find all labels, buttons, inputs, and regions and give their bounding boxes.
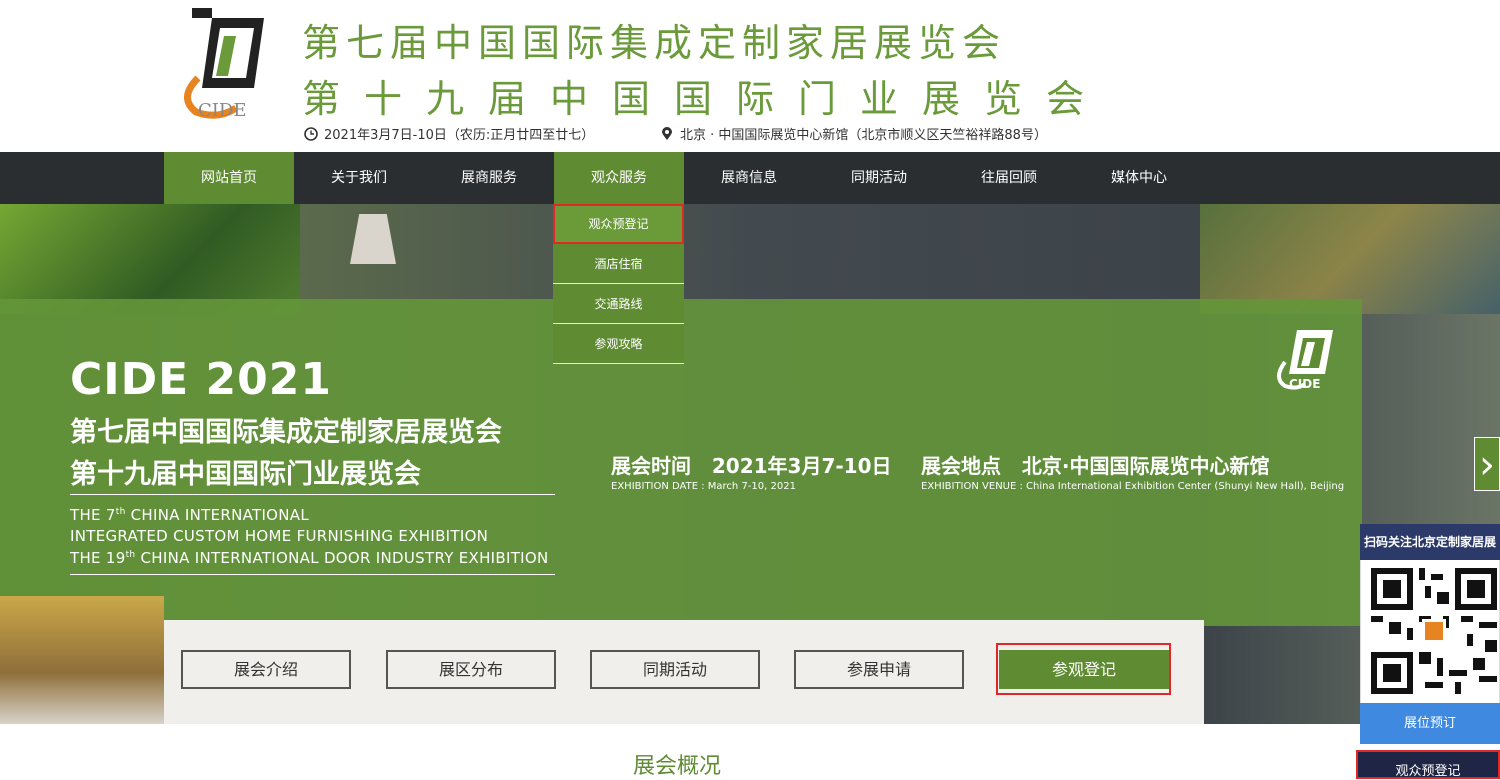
banner-en-line-2: INTEGRATED CUSTOM HOME FURNISHING EXHIBI…	[70, 527, 489, 545]
qr-code-panel	[1360, 560, 1500, 703]
banner-en-line-1: THE 7th CHINA INTERNATIONAL	[70, 506, 310, 524]
svg-text:CIDE: CIDE	[1289, 377, 1320, 390]
dropdown-item-visit-guide[interactable]: 参观攻略	[553, 324, 684, 364]
nav-item-exhibitor-info[interactable]: 展商信息	[684, 152, 814, 204]
hero-banner: CIDE 2021 第七届中国国际集成定制家居展览会 第十九届中国国际门业展览会…	[0, 204, 1500, 724]
section-title: 展会概况	[633, 754, 722, 779]
main-nav: 网站首页 关于我们 展商服务 观众服务 展商信息 同期活动 往届回顾 媒体中心	[0, 152, 1500, 204]
nav-item-review[interactable]: 往届回顾	[944, 152, 1074, 204]
visitor-pre-register-button[interactable]: 观众预登记	[1356, 750, 1500, 779]
exhibition-date: 2021年3月7日-10日（农历:正月廿四至廿七）	[304, 124, 594, 143]
dropdown-item-transport[interactable]: 交通路线	[553, 284, 684, 324]
dropdown-item-pre-register[interactable]: 观众预登记	[553, 204, 684, 244]
banner-painting-image	[1200, 204, 1500, 314]
highlight-box	[996, 643, 1171, 695]
nav-item-events[interactable]: 同期活动	[814, 152, 944, 204]
banner-en-line-3: THE 19th CHINA INTERNATIONAL DOOR INDUST…	[70, 549, 549, 567]
exhibition-location: 北京 · 中国国际展览中心新馆（北京市顺义区天竺裕祥路88号）	[660, 124, 1047, 143]
next-slide-button[interactable]: ›	[1474, 437, 1500, 491]
visitor-services-dropdown: 观众预登记 酒店住宿 交通路线 参观攻略	[553, 204, 684, 364]
title-line-1: 第七届中国国际集成定制家居展览会	[302, 21, 1007, 65]
time-value: 2021年3月7-10日	[711, 454, 892, 478]
venue-sub: EXHIBITION VENUE : China International E…	[921, 481, 1345, 492]
button-exhibition-intro[interactable]: 展会介绍	[181, 650, 351, 689]
button-exhibit-apply[interactable]: 参展申请	[794, 650, 964, 689]
nav-item-about[interactable]: 关于我们	[294, 152, 424, 204]
svg-text:CIDE: CIDE	[198, 100, 246, 120]
cide-logo[interactable]: CIDE	[178, 8, 270, 120]
banner-divider-bottom	[70, 574, 555, 575]
nav-item-home[interactable]: 网站首页	[164, 152, 294, 204]
side-widget: 扫码关注北京定制家居展 展位预订	[1360, 524, 1500, 744]
booth-booking-button[interactable]: 展位预订	[1360, 703, 1500, 744]
lamp-image	[350, 214, 396, 264]
nav-item-visitor-services[interactable]: 观众服务	[554, 152, 684, 204]
date-text: 2021年3月7日-10日（农历:正月廿四至廿七）	[324, 128, 595, 143]
qr-code-image	[1371, 568, 1497, 694]
location-text: 北京 · 中国国际展览中心新馆（北京市顺义区天竺裕祥路88号）	[680, 128, 1047, 143]
clock-icon	[304, 126, 318, 141]
time-sub: EXHIBITION DATE : March 7-10, 2021	[611, 481, 796, 492]
venue-value: 北京·中国国际展览中心新馆	[1021, 454, 1270, 478]
button-concurrent-events[interactable]: 同期活动	[590, 650, 760, 689]
title-line-2: 第十九届中国国际门业展览会	[302, 77, 1109, 121]
site-header: CIDE 第七届中国国际集成定制家居展览会 第十九届中国国际门业展览会 2021…	[0, 0, 1500, 152]
nav-item-exhibitor-services[interactable]: 展商服务	[424, 152, 554, 204]
banner-cn-line-1: 第七届中国国际集成定制家居展览会	[70, 417, 502, 448]
nav-item-media[interactable]: 媒体中心	[1074, 152, 1204, 204]
banner-cn-line-2: 第十九届中国国际门业展览会	[70, 459, 421, 490]
dropdown-item-hotel[interactable]: 酒店住宿	[553, 244, 684, 284]
banner-headline: CIDE 2021	[70, 354, 333, 405]
venue-label: 展会地点	[921, 454, 1001, 478]
banner-venue-block: 展会地点 北京·中国国际展览中心新馆 EXHIBITION VENUE : Ch…	[921, 450, 1344, 492]
time-label: 展会时间	[611, 454, 691, 478]
banner-divider-top	[70, 494, 555, 495]
plant-image	[0, 596, 164, 724]
cide-logo-small: CIDE	[1277, 330, 1333, 390]
banner-time-block: 展会时间 2021年3月7-10日 EXHIBITION DATE : Marc…	[611, 450, 892, 492]
banner-leaves-image	[0, 204, 300, 314]
side-widget-header: 扫码关注北京定制家居展	[1360, 524, 1500, 560]
map-pin-icon	[662, 126, 672, 140]
button-hall-layout[interactable]: 展区分布	[386, 650, 556, 689]
